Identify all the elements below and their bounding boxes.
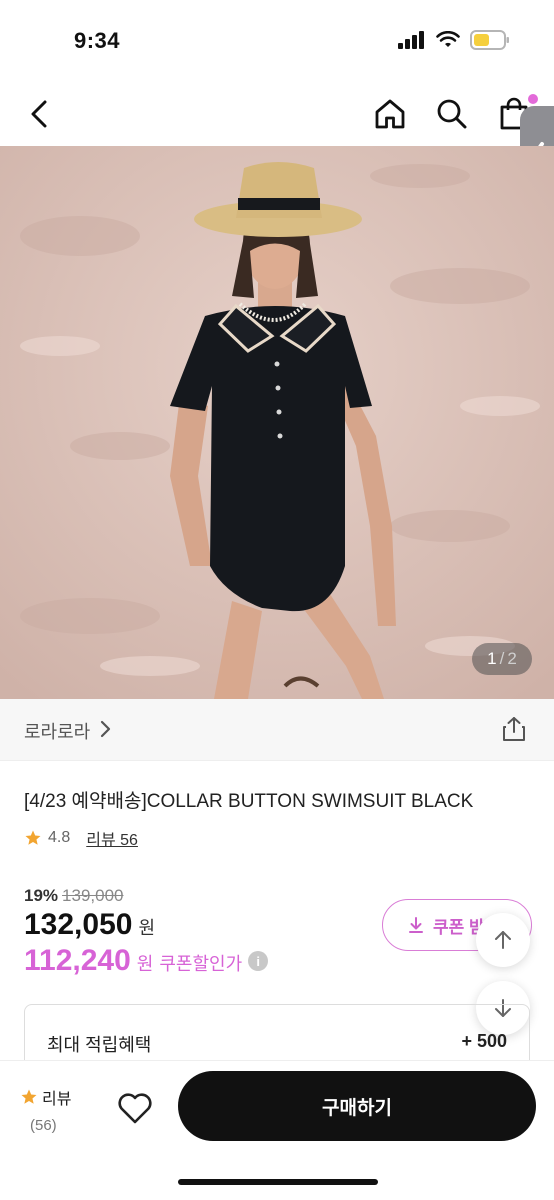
review-summary-count: (56) (30, 1117, 57, 1134)
share-icon[interactable] (500, 715, 528, 743)
search-icon[interactable] (434, 96, 470, 132)
cellular-signal-icon (398, 31, 424, 49)
status-bar: 9:34 (0, 0, 554, 84)
product-title: [4/23 예약배송]COLLAR BUTTON SWIMSUIT BLACK (24, 791, 474, 812)
scroll-up-button[interactable] (476, 913, 530, 967)
benefit-value: + 500 (461, 1031, 507, 1051)
review-summary-top: 리뷰 (20, 1085, 80, 1109)
image-counter-total: 2 (507, 649, 517, 668)
image-counter-current: 1 (487, 649, 497, 668)
battery-icon (470, 30, 509, 50)
status-icons (398, 30, 510, 50)
bottom-action-bar: 리뷰 (56) 구매하기 (0, 1060, 554, 1200)
home-indicator (178, 1179, 378, 1185)
image-counter-separator: / (499, 649, 505, 668)
benefit-label: 최대 적립혜택 (47, 1035, 152, 1055)
coupon-price-note: 쿠폰할인가 (159, 954, 243, 974)
cart-badge (528, 94, 538, 104)
image-counter: 1 / 2 (472, 643, 532, 675)
sale-price: 132,050 (24, 908, 133, 941)
price-row: 132,050 원 (24, 908, 155, 942)
back-chevron-icon[interactable] (22, 96, 58, 132)
heart-icon[interactable] (114, 1087, 156, 1129)
brand-name[interactable]: 로라로라 (24, 718, 90, 744)
review-summary-label: 리뷰 (42, 1091, 72, 1108)
original-price: 139,000 (62, 886, 124, 905)
nav-bar (0, 84, 554, 146)
coupon-price-row: 112,240 원 쿠폰할인가 i (24, 944, 269, 978)
coupon-price-currency: 원 (136, 954, 154, 974)
arrow-up-icon (495, 931, 511, 949)
rating-row: 4.8 리뷰 56 (24, 826, 138, 850)
discount-percent: 19% (24, 886, 59, 905)
star-icon (25, 830, 41, 845)
product-photo (0, 146, 554, 699)
wifi-icon (436, 31, 460, 47)
buy-button[interactable]: 구매하기 (178, 1071, 536, 1141)
download-icon (409, 917, 423, 933)
review-link[interactable]: 리뷰 56 (86, 826, 138, 850)
price-currency: 원 (138, 918, 156, 938)
status-time: 9:34 (74, 28, 121, 53)
brand-row[interactable]: 로라로라 (0, 699, 554, 761)
info-icon[interactable]: i (248, 951, 269, 971)
review-summary-button[interactable]: 리뷰 (56) (20, 1085, 80, 1134)
coupon-price: 112,240 (24, 944, 131, 977)
product-image[interactable]: 1 / 2 (0, 146, 554, 699)
star-icon (21, 1089, 37, 1104)
home-icon[interactable] (372, 96, 408, 132)
discount-row: 19% 139,000 (24, 886, 123, 906)
chevron-right-icon (100, 720, 111, 738)
rating-value: 4.8 (48, 829, 71, 846)
